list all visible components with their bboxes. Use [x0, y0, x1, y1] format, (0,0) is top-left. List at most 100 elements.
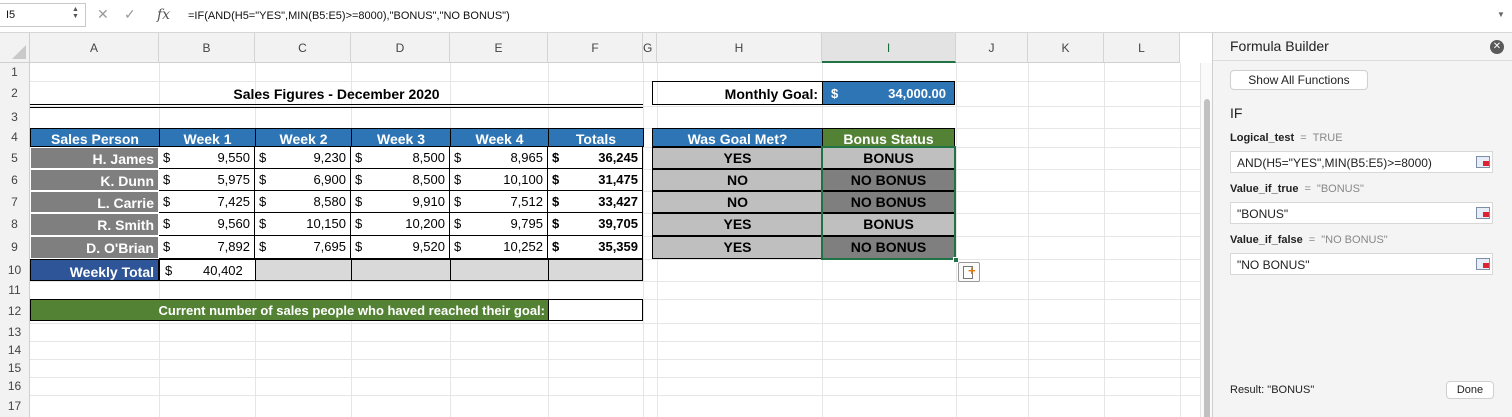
week-value-cell[interactable]: $9,230	[255, 147, 351, 169]
week-value-cell[interactable]: $9,560	[159, 213, 255, 236]
column-header-f[interactable]: F	[548, 33, 643, 63]
column-header-l[interactable]: L	[1104, 33, 1180, 63]
total-cell[interactable]: $35,359	[548, 236, 643, 259]
goal-met-cell[interactable]: NO	[652, 169, 823, 191]
done-button[interactable]: Done	[1446, 381, 1494, 399]
week-value-cell[interactable]: $8,500	[351, 169, 450, 191]
column-header-h[interactable]: H	[657, 33, 822, 63]
week-value-cell[interactable]: $10,200	[351, 213, 450, 236]
value-if-true-input[interactable]: "BONUS"	[1230, 202, 1493, 224]
range-select-icon[interactable]	[1476, 156, 1490, 168]
row-header-12[interactable]: 12	[0, 299, 30, 323]
week-value-cell[interactable]: $6,900	[255, 169, 351, 191]
row-header-16[interactable]: 16	[0, 377, 30, 395]
value-if-false-input[interactable]: "NO BONUS"	[1230, 253, 1493, 275]
sheet-title[interactable]: Sales Figures - December 2020	[30, 86, 643, 104]
range-select-icon[interactable]	[1476, 207, 1490, 219]
total-cell[interactable]: $33,427	[548, 191, 643, 213]
week-value-cell[interactable]: $9,550	[159, 147, 255, 169]
column-header-e[interactable]: E	[450, 33, 548, 63]
goal-met-cell[interactable]: YES	[652, 213, 823, 236]
range-select-icon[interactable]	[1476, 258, 1490, 270]
row-header-7[interactable]: 7	[0, 191, 30, 213]
column-header-c[interactable]: C	[255, 33, 351, 63]
column-header-a[interactable]: A	[30, 33, 159, 63]
week-value-cell[interactable]: $8,965	[450, 147, 548, 169]
paste-options-icon[interactable]	[958, 262, 980, 282]
sales-person-name[interactable]: D. O'Brian	[30, 236, 159, 259]
table-header-sales-person[interactable]: Sales Person	[30, 128, 160, 147]
row-header-6[interactable]: 6	[0, 169, 30, 191]
vertical-scrollbar[interactable]	[1200, 63, 1212, 417]
name-box-stepper-icon[interactable]: ▲ ▼	[72, 6, 79, 20]
weekly-total-label[interactable]: Weekly Total	[30, 259, 159, 281]
week-value-cell[interactable]: $8,500	[351, 147, 450, 169]
total-cell[interactable]: $36,245	[548, 147, 643, 169]
goal-met-cell[interactable]: YES	[652, 147, 823, 169]
week-value-cell[interactable]: $5,975	[159, 169, 255, 191]
weekly-total-empty[interactable]	[548, 259, 643, 281]
monthly-goal-value-cell[interactable]: $ 34,000.00	[822, 81, 955, 105]
table-header-week-3[interactable]: Week 3	[351, 128, 451, 147]
logical-test-input[interactable]: AND(H5="YES",MIN(B5:E5)>=8000)	[1230, 151, 1493, 173]
column-header-d[interactable]: D	[351, 33, 450, 63]
total-cell[interactable]: $31,475	[548, 169, 643, 191]
row-header-1[interactable]: 1	[0, 63, 30, 81]
column-header-g[interactable]: G	[643, 33, 657, 63]
reached-goal-value-cell[interactable]	[548, 299, 643, 321]
row-header-3[interactable]: 3	[0, 106, 30, 128]
column-header-k[interactable]: K	[1028, 33, 1104, 63]
goal-met-cell[interactable]: NO	[652, 191, 823, 213]
table-header-totals[interactable]: Totals	[548, 128, 644, 147]
week-value-cell[interactable]: $8,580	[255, 191, 351, 213]
select-all-corner[interactable]	[0, 33, 30, 63]
table-header-week-2[interactable]: Week 2	[255, 128, 352, 147]
cancel-icon[interactable]: ✕	[97, 6, 109, 23]
week-value-cell[interactable]: $7,512	[450, 191, 548, 213]
weekly-total-empty[interactable]	[450, 259, 549, 281]
bonus-status-header[interactable]: Bonus Status	[822, 128, 955, 147]
table-header-week-4[interactable]: Week 4	[450, 128, 549, 147]
monthly-goal-label[interactable]: Monthly Goal:	[652, 81, 823, 105]
row-header-10[interactable]: 10	[0, 259, 30, 281]
weekly-total-cell[interactable]: $ 40,402	[159, 259, 256, 281]
week-value-cell[interactable]: $10,150	[255, 213, 351, 236]
scrollbar-thumb[interactable]	[1204, 99, 1210, 417]
enter-checkmark-icon[interactable]: ✓	[124, 6, 136, 23]
row-header-15[interactable]: 15	[0, 359, 30, 377]
weekly-total-empty[interactable]	[351, 259, 451, 281]
week-value-cell[interactable]: $9,910	[351, 191, 450, 213]
table-header-week-1[interactable]: Week 1	[159, 128, 256, 147]
reached-goal-label[interactable]: Current number of sales people who haved…	[30, 299, 549, 321]
row-header-11[interactable]: 11	[0, 281, 30, 299]
column-header-j[interactable]: J	[956, 33, 1028, 63]
column-header-i[interactable]: I	[822, 33, 956, 63]
sales-person-name[interactable]: L. Carrie	[30, 191, 159, 213]
close-icon[interactable]: ✕	[1490, 40, 1504, 54]
week-value-cell[interactable]: $7,695	[255, 236, 351, 259]
week-value-cell[interactable]: $9,520	[351, 236, 450, 259]
weekly-total-empty[interactable]	[255, 259, 352, 281]
week-value-cell[interactable]: $7,425	[159, 191, 255, 213]
row-header-9[interactable]: 9	[0, 236, 30, 259]
column-header-b[interactable]: B	[159, 33, 255, 63]
chevron-down-icon[interactable]: ▼	[1497, 10, 1505, 19]
row-header-17[interactable]: 17	[0, 395, 30, 417]
sales-person-name[interactable]: H. James	[30, 147, 159, 169]
show-all-functions-button[interactable]: Show All Functions	[1230, 70, 1368, 90]
row-header-5[interactable]: 5	[0, 147, 30, 169]
week-value-cell[interactable]: $10,100	[450, 169, 548, 191]
goal-met-cell[interactable]: YES	[652, 236, 823, 259]
insert-function-icon[interactable]: fx	[157, 7, 170, 23]
spreadsheet-grid[interactable]: ABCDEFGHIJKL 1 2 3 4 5 6 7 8 9 10 11 12 13 14 15 16 17 S…	[0, 33, 1212, 417]
week-value-cell[interactable]: $9,795	[450, 213, 548, 236]
goal-met-header[interactable]: Was Goal Met?	[652, 128, 823, 147]
row-header-14[interactable]: 14	[0, 341, 30, 359]
week-value-cell[interactable]: $10,252	[450, 236, 548, 259]
row-header-2[interactable]: 2	[0, 81, 30, 106]
formula-input[interactable]: =IF(AND(H5="YES",MIN(B5:E5)>=8000),"BONU…	[188, 10, 510, 22]
row-header-8[interactable]: 8	[0, 213, 30, 236]
total-cell[interactable]: $39,705	[548, 213, 643, 236]
row-header-13[interactable]: 13	[0, 323, 30, 341]
sales-person-name[interactable]: K. Dunn	[30, 169, 159, 191]
